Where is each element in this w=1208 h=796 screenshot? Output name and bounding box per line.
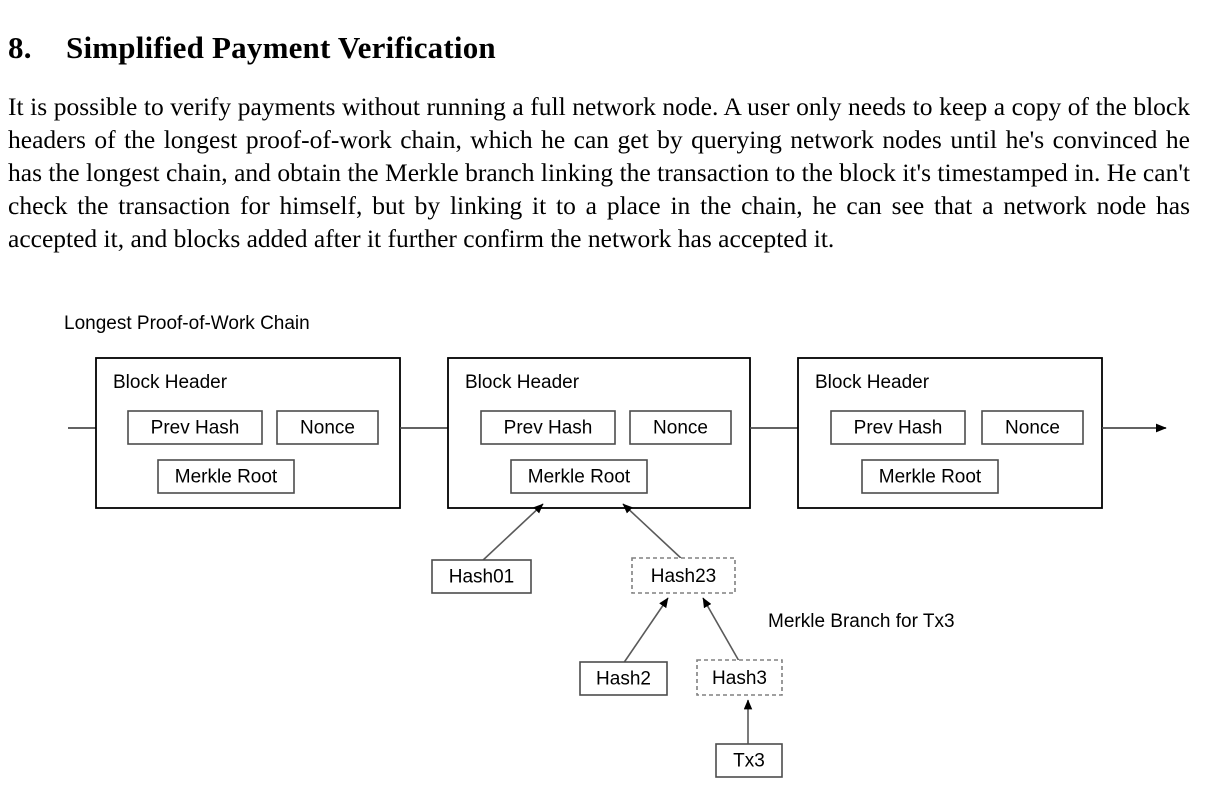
spv-diagram: Longest Proof-of-Work Chain Block Header… (0, 290, 1208, 796)
block-3-header-label: Block Header (815, 372, 930, 393)
block-3-nonce-label: Nonce (1005, 418, 1060, 439)
block-3-prev-hash-label: Prev Hash (854, 418, 943, 439)
block-2-nonce-label: Nonce (653, 418, 708, 439)
merkle-node-hash3: Hash3 (696, 659, 783, 696)
edge-hash23-to-merkle-root (622, 503, 684, 561)
section-number: 8. (8, 29, 32, 65)
chain-label: Longest Proof-of-Work Chain (64, 313, 310, 334)
merkle-node-tx3: Tx3 (715, 743, 783, 778)
block-2-header-label: Block Header (465, 372, 580, 393)
merkle-node-hash23: Hash23 (631, 557, 736, 594)
block-1-merkle-root-label: Merkle Root (175, 467, 278, 488)
hash3-label: Hash3 (712, 668, 767, 689)
tx3-label: Tx3 (733, 751, 765, 772)
block-2-prev-hash-label: Prev Hash (504, 418, 593, 439)
edge-hash2-to-hash23 (622, 597, 669, 665)
hash2-label: Hash2 (596, 669, 651, 690)
block-2-merkle-root-label: Merkle Root (528, 467, 631, 488)
block-1-nonce-label: Nonce (300, 418, 355, 439)
block-3-merkle-root-label: Merkle Root (879, 467, 982, 488)
section-title-text: Simplified Payment Verification (66, 29, 496, 65)
block-1: Block Header Prev Hash Nonce Merkle Root (95, 357, 401, 509)
spv-diagram-svg: Longest Proof-of-Work Chain Block Header… (64, 313, 1167, 778)
block-1-header-label: Block Header (113, 372, 228, 393)
merkle-node-hash2: Hash2 (579, 661, 668, 696)
hash01-label: Hash01 (449, 567, 515, 588)
page-title: 8. Simplified Payment Verification (8, 29, 1198, 67)
block-1-prev-hash-label: Prev Hash (151, 418, 240, 439)
merkle-node-hash01: Hash01 (431, 559, 532, 594)
hash23-label: Hash23 (651, 566, 717, 587)
block-2: Block Header Prev Hash Nonce Merkle Root (447, 357, 751, 509)
edge-hash01-to-merkle-root (480, 503, 544, 563)
merkle-branch-label: Merkle Branch for Tx3 (768, 611, 955, 632)
block-3: Block Header Prev Hash Nonce Merkle Root (797, 357, 1103, 509)
edge-hash3-to-hash23 (702, 597, 740, 662)
body-paragraph: It is possible to verify payments withou… (8, 91, 1190, 254)
